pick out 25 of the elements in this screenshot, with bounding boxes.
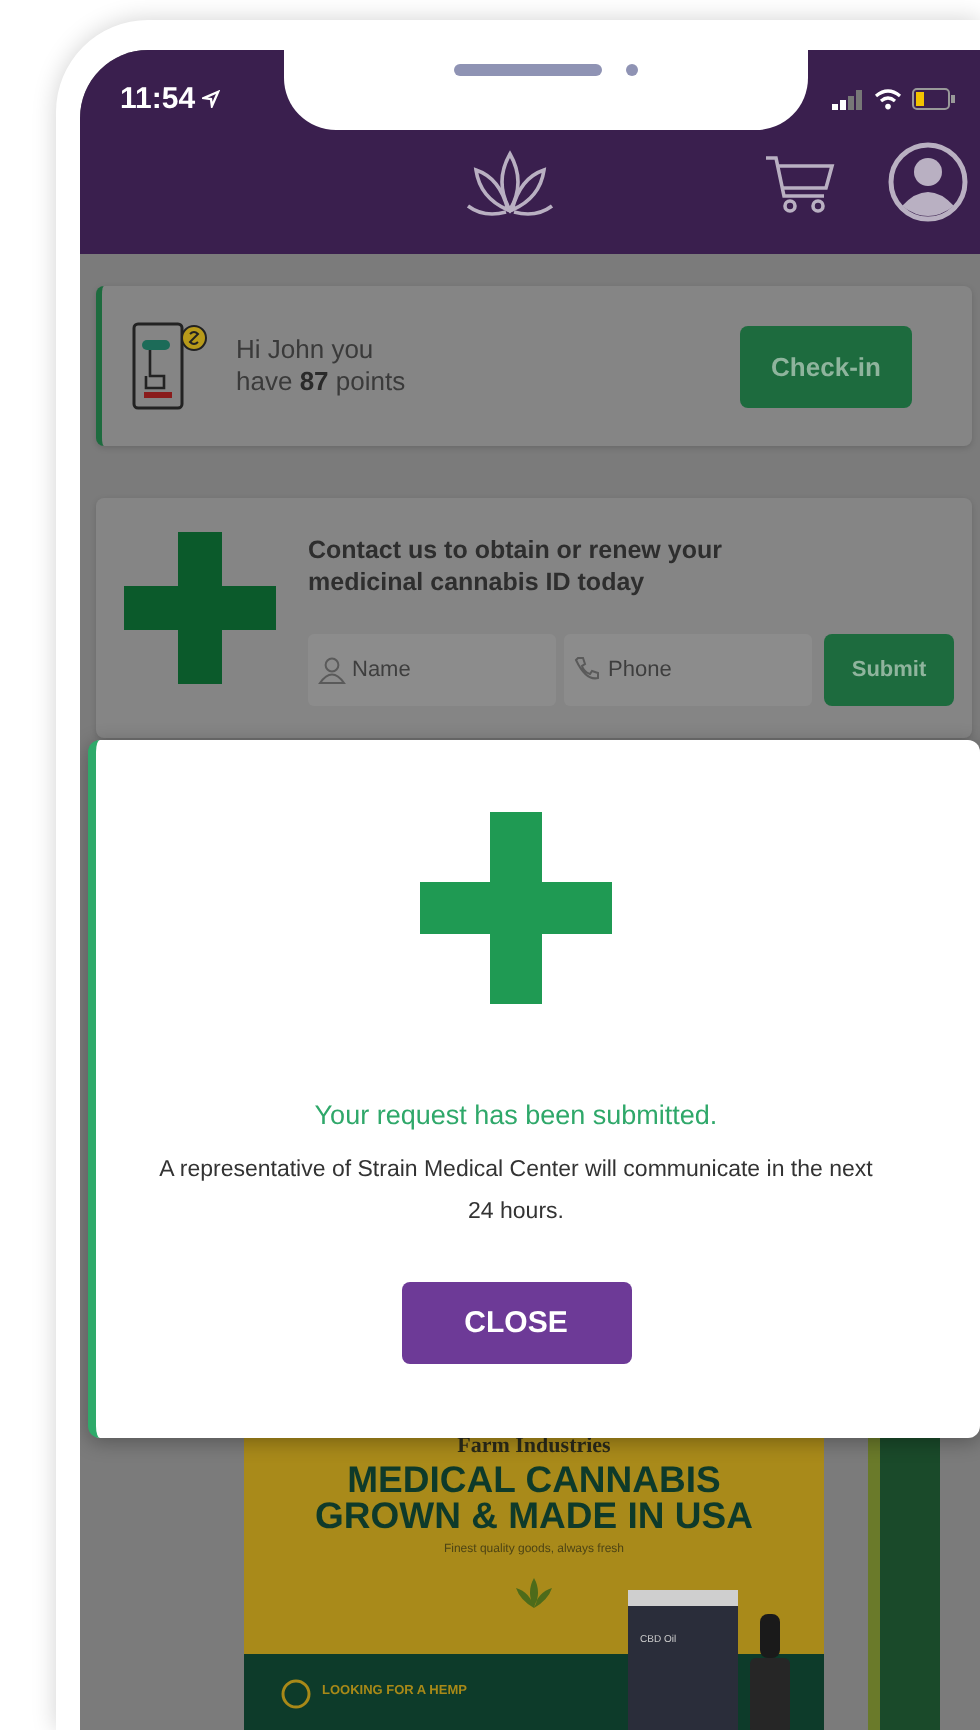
- leaf-logo-icon: [464, 150, 556, 222]
- points-greeting: Hi John you have 87 points: [236, 334, 408, 398]
- phone-icon: [574, 656, 600, 682]
- dialog-message: A representative of Strain Medical Center will communicate in the next 24 hours.: [157, 1156, 875, 1228]
- medical-cross-icon: [124, 532, 276, 684]
- dropper-bottle-icon: [744, 1614, 796, 1730]
- profile-avatar-icon[interactable]: [888, 142, 968, 222]
- camera-dot: [625, 64, 638, 76]
- contact-prompt: Contact us to obtain or renew your medicinal cannabis ID today: [308, 534, 724, 598]
- battery-icon: [911, 88, 956, 110]
- medical-cross-icon: [420, 812, 612, 1004]
- name-field[interactable]: Name: [308, 634, 556, 706]
- banner-headline: MEDICAL CANNABIS GROWN & MADE IN USA: [313, 1462, 755, 1534]
- banner-brand: Farm Industries: [457, 1434, 611, 1458]
- location-arrow-icon: [201, 90, 220, 108]
- signal-icon: [831, 89, 864, 109]
- cart-icon[interactable]: [764, 152, 836, 216]
- wifi-icon: [873, 88, 902, 110]
- person-icon: [318, 656, 346, 684]
- phone-tap-coin-icon: [132, 320, 208, 412]
- status-time: 11:54: [120, 82, 196, 116]
- phone-field[interactable]: Phone: [564, 634, 812, 706]
- close-button[interactable]: CLOSE: [401, 1282, 631, 1364]
- dialog-title: Your request has been submitted.: [314, 1100, 718, 1130]
- leaf-icon: [514, 1576, 554, 1612]
